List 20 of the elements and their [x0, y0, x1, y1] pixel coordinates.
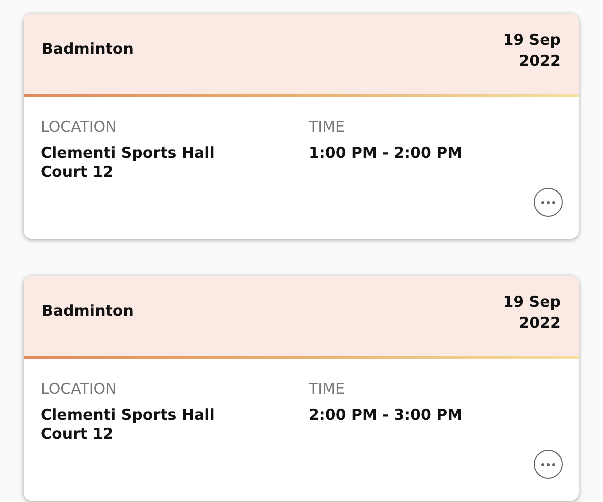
more-button[interactable]: [534, 450, 563, 479]
date-year: 2022: [519, 313, 561, 334]
date-day: 19 Sep: [503, 292, 561, 313]
more-icon: [541, 462, 556, 466]
time-label: TIME: [309, 379, 346, 399]
location-text: Court 12: [41, 163, 115, 182]
location-text: Clementi Sports Hall: [41, 144, 216, 163]
location-label: LOCATION: [41, 379, 118, 399]
more-button[interactable]: [534, 188, 563, 217]
date-year: 2022: [519, 51, 561, 72]
location-label: LOCATION: [41, 117, 118, 137]
sport-title: Badminton: [42, 39, 134, 60]
more-icon: [541, 200, 556, 204]
time-text: 2:00 PM - 3:00 PM: [309, 406, 464, 425]
time-text: 1:00 PM - 2:00 PM: [309, 144, 464, 163]
location-text: Clementi Sports Hall: [41, 406, 216, 425]
date-day: 19 Sep: [503, 30, 561, 51]
location-text: Court 12: [41, 425, 115, 444]
time-label: TIME: [309, 117, 346, 137]
sport-title: Badminton: [42, 301, 134, 322]
